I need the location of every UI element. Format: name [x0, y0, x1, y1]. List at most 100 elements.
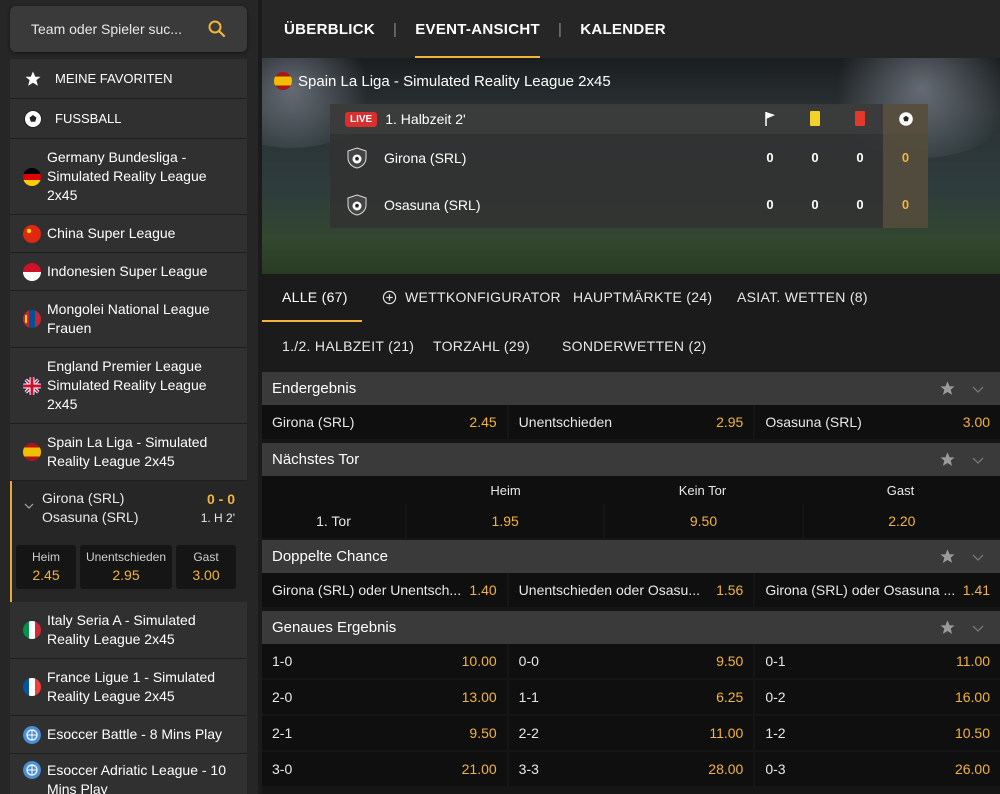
odd-button[interactable]: 2-1 9.50 [262, 716, 507, 750]
league-item[interactable]: Germany Bundesliga - Simulated Reality L… [10, 139, 247, 215]
odd-button[interactable]: 0-2 16.00 [755, 680, 1000, 714]
league-name: France Ligue 1 - Simulated Reality Leagu… [47, 669, 216, 704]
odd-button[interactable]: 9.50 [605, 504, 802, 538]
odd-button[interactable]: 1-2 10.50 [755, 716, 1000, 750]
active-tab-indicator [262, 320, 362, 322]
odd-button[interactable]: 2.20 [803, 504, 1000, 538]
odd-label: Osasuna (SRL) [765, 414, 862, 430]
red-card-icon [845, 111, 875, 130]
favorites-item[interactable]: MEINE FAVORITEN [10, 59, 247, 99]
odd-label: 1-1 [518, 689, 539, 705]
team-corners: 0 [766, 150, 774, 165]
star-icon[interactable] [939, 451, 956, 468]
market-header[interactable]: Doppelte Chance [262, 540, 1000, 573]
search-icon[interactable] [207, 19, 227, 39]
odds-row: 1-0 10.00 0-0 9.50 0-1 11.00 [262, 644, 1000, 680]
market-title: Nächstes Tor [272, 451, 360, 468]
league-item[interactable]: Italy Seria A - Simulated Reality League… [10, 602, 247, 659]
odd-label: 3-0 [272, 761, 293, 777]
tab-goals[interactable]: TORZAHL (29) [433, 338, 530, 354]
tab-overview[interactable]: ÜBERBLICK [284, 0, 375, 58]
tab-main-markets[interactable]: HAUPTMÄRKTE (24) [573, 289, 712, 305]
star-icon[interactable] [939, 548, 956, 565]
odd-button[interactable]: 0-1 11.00 [755, 644, 1000, 678]
odd-home-button[interactable]: Heim 2.45 [16, 545, 76, 589]
chevron-down-icon[interactable] [972, 455, 984, 465]
market-header[interactable]: Genaues Ergebnis [262, 611, 1000, 644]
tab-special-bets[interactable]: SONDERWETTEN (2) [562, 338, 707, 354]
team-name: Osasuna (SRL) [384, 196, 481, 213]
tab-separator: | [393, 20, 398, 38]
odd-button[interactable]: 2-2 11.00 [508, 716, 754, 750]
odd-label: Heim [31, 550, 60, 564]
odd-value: 11.00 [956, 653, 991, 669]
row-label: 1. Tor [262, 504, 405, 538]
next-goal-header: Heim Kein Tor Gast [262, 476, 1000, 504]
tab-event-view[interactable]: EVENT-ANSICHT [415, 0, 540, 58]
chevron-down-icon[interactable] [972, 552, 984, 562]
col-header: Heim [490, 482, 521, 498]
plus-circle-icon [382, 290, 397, 304]
corner-flag-icon [755, 111, 785, 130]
league-item[interactable]: China Super League [10, 215, 247, 253]
odd-draw-button[interactable]: Unentschieden 2.95 [80, 545, 172, 589]
market-header[interactable]: Endergebnis [262, 372, 1000, 405]
odd-button[interactable]: Osasuna (SRL) 3.00 [755, 405, 1000, 439]
live-match-item[interactable]: Girona (SRL) Osasuna (SRL) 0 - 0 1. H 2'… [10, 481, 247, 602]
team-name: Girona (SRL) [384, 149, 467, 166]
star-icon [23, 69, 43, 89]
search-box[interactable] [10, 6, 247, 52]
tab-bet-configurator[interactable]: WETTKONFIGURATOR [382, 289, 561, 305]
league-name: Germany Bundesliga - Simulated Reality L… [47, 149, 207, 203]
chevron-down-icon[interactable] [972, 384, 984, 394]
odd-value: 2.95 [112, 567, 140, 583]
china-flag-icon [23, 224, 41, 243]
odd-button[interactable]: 2-0 13.00 [262, 680, 507, 714]
team-red-cards: 0 [856, 197, 864, 212]
odd-button[interactable]: Girona (SRL) oder Unentsch... 1.40 [262, 573, 507, 607]
tab-asian-bets[interactable]: ASIAT. WETTEN (8) [737, 289, 868, 305]
league-item[interactable]: Spain La Liga - Simulated Reality League… [10, 424, 247, 481]
odds-row: Girona (SRL) 2.45 Unentschieden 2.95 Osasu… [262, 405, 1000, 441]
odd-button[interactable]: Unentschieden oder Osasu... 1.56 [508, 573, 754, 607]
league-item[interactable]: France Ligue 1 - Simulated Reality Leagu… [10, 659, 247, 716]
chevron-down-icon[interactable] [972, 623, 984, 633]
top-tabs: ÜBERBLICK | EVENT-ANSICHT | KALENDER [262, 0, 1000, 58]
goals-ball-icon [883, 104, 928, 134]
odd-button[interactable]: 0-0 9.50 [508, 644, 754, 678]
odd-label: 0-0 [518, 653, 539, 669]
odd-away-button[interactable]: Gast 3.00 [176, 545, 236, 589]
odd-button[interactable]: 3-0 21.00 [262, 752, 507, 786]
odd-button[interactable]: Girona (SRL) oder Osasuna ... 1.41 [755, 573, 1000, 607]
league-item[interactable]: Mongolei National League Frauen [10, 291, 247, 348]
market-header[interactable]: Nächstes Tor [262, 443, 1000, 476]
odd-button[interactable]: 3-3 28.00 [508, 752, 754, 786]
tab-halftime[interactable]: 1./2. HALBZEIT (21) [282, 338, 414, 354]
league-item[interactable]: Esoccer Battle - 8 Mins Play [10, 716, 247, 754]
star-icon[interactable] [939, 380, 956, 397]
odd-button[interactable]: Girona (SRL) 2.45 [262, 405, 507, 439]
tab-label: WETTKONFIGURATOR [405, 289, 561, 305]
odd-label: 2-0 [272, 689, 293, 705]
tab-all-markets[interactable]: ALLE (67) [282, 289, 348, 305]
odd-button[interactable]: 1-0 10.00 [262, 644, 507, 678]
spain-flag-icon [23, 443, 41, 461]
team-corners: 0 [766, 197, 774, 212]
odd-button[interactable]: 1.95 [407, 504, 604, 538]
search-input[interactable] [31, 21, 201, 37]
tab-calendar[interactable]: KALENDER [580, 0, 666, 58]
sport-football[interactable]: FUSSBALL [10, 99, 247, 139]
league-item[interactable]: Indonesien Super League [10, 253, 247, 291]
odd-label: Unentschieden [85, 550, 167, 564]
league-item[interactable]: Esoccer Adriatic League - 10 Mins Play [10, 754, 247, 794]
chevron-down-icon[interactable] [24, 501, 34, 511]
odd-value: 1.40 [469, 582, 497, 598]
match-time: 1. H 2' [200, 511, 235, 525]
tab-separator: | [557, 20, 563, 38]
star-icon[interactable] [939, 619, 956, 636]
league-item[interactable]: England Premier League Simulated Reality… [10, 348, 247, 424]
odd-button[interactable]: 0-3 26.00 [755, 752, 1000, 786]
odd-button[interactable]: 1-1 6.25 [508, 680, 754, 714]
team-yellow-cards: 0 [811, 197, 819, 212]
odd-button[interactable]: Unentschieden 2.95 [508, 405, 754, 439]
